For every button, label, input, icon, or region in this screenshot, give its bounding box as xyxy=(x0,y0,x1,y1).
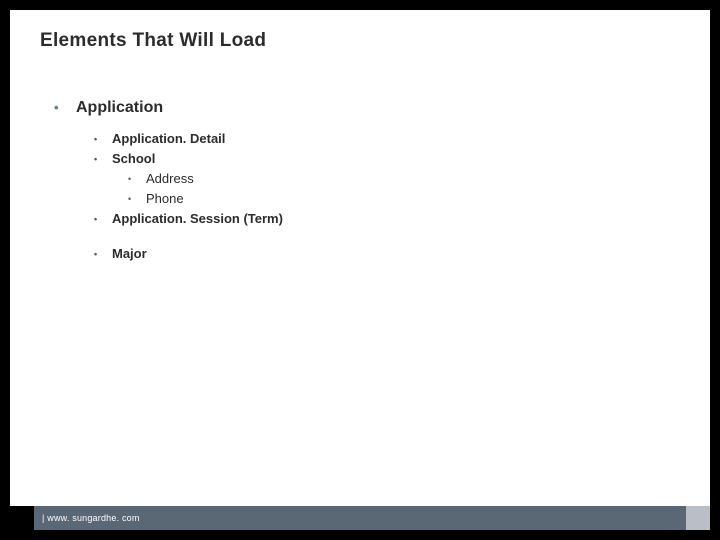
bullet-icon: • xyxy=(128,193,134,207)
bullet-text: Address xyxy=(146,169,194,189)
content-area: • Application • Application. Detail • Sc… xyxy=(54,96,283,264)
spacer xyxy=(54,230,283,244)
bullet-icon: • xyxy=(94,153,100,167)
bullet-icon: • xyxy=(128,173,134,187)
page-title: Elements That Will Load xyxy=(40,30,266,52)
bullet-icon: • xyxy=(94,248,100,262)
bullet-icon: • xyxy=(54,98,62,118)
list-item: • Application. Session (Term) xyxy=(94,209,283,229)
list-item: • Phone xyxy=(128,189,283,209)
slide: Elements That Will Load • Application • … xyxy=(10,10,710,530)
list-item: • Application. Detail xyxy=(94,129,283,149)
footer-accent-left xyxy=(10,506,34,530)
bullet-text: Phone xyxy=(146,189,184,209)
bullet-text: Application. Session (Term) xyxy=(112,209,283,229)
bullet-text: Application xyxy=(76,96,163,121)
bullet-icon: • xyxy=(94,213,100,227)
bullet-icon: • xyxy=(94,133,100,147)
list-item: • School xyxy=(94,149,283,169)
footer-text: | www. sungardhe. com xyxy=(42,506,140,530)
footer-accent-right xyxy=(686,506,710,530)
list-item: • Address xyxy=(128,169,283,189)
bullet-text: Application. Detail xyxy=(112,129,225,149)
list-item: • Application xyxy=(54,96,283,121)
bullet-text: Major xyxy=(112,244,147,264)
list-item: • Major xyxy=(94,244,283,264)
bullet-text: School xyxy=(112,149,155,169)
